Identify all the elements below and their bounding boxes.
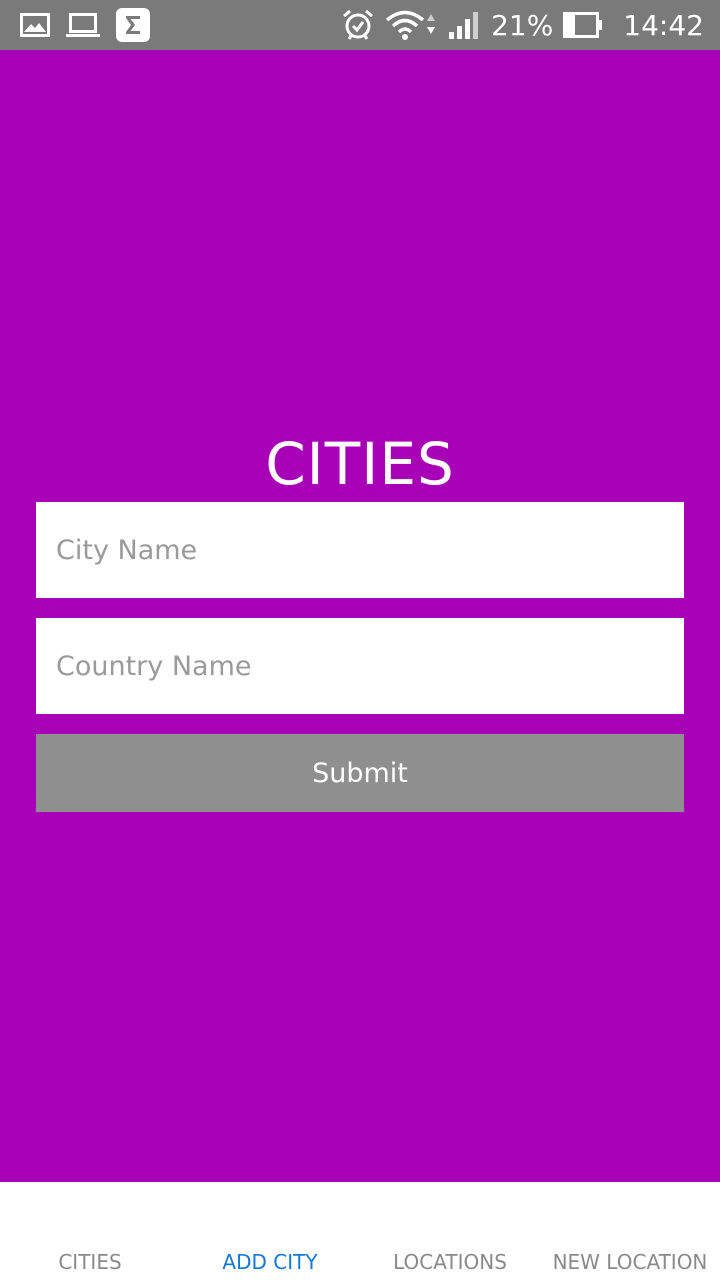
status-bar: 21% 14:42 [0,0,720,50]
add-city-screen: CITIES Submit [0,50,720,1182]
wifi-icon [385,9,437,41]
page-title: CITIES [265,430,455,498]
tab-add-city[interactable]: ADD CITY [180,1182,360,1280]
gallery-icon [20,13,50,37]
tab-new-location[interactable]: NEW LOCATION [540,1182,720,1280]
battery-icon [563,12,603,38]
sigma-app-icon [116,8,150,42]
signal-icon [447,10,481,40]
tab-cities[interactable]: CITIES [0,1182,180,1280]
laptop-icon [66,12,100,38]
tab-locations[interactable]: LOCATIONS [360,1182,540,1280]
submit-button[interactable]: Submit [36,734,684,812]
clock: 14:42 [623,8,704,42]
bottom-tab-bar: CITIES ADD CITY LOCATIONS NEW LOCATION [0,1182,720,1280]
alarm-icon [341,8,375,42]
country-name-input[interactable] [36,618,684,714]
city-name-input[interactable] [36,502,684,598]
battery-percent: 21% [491,8,554,42]
